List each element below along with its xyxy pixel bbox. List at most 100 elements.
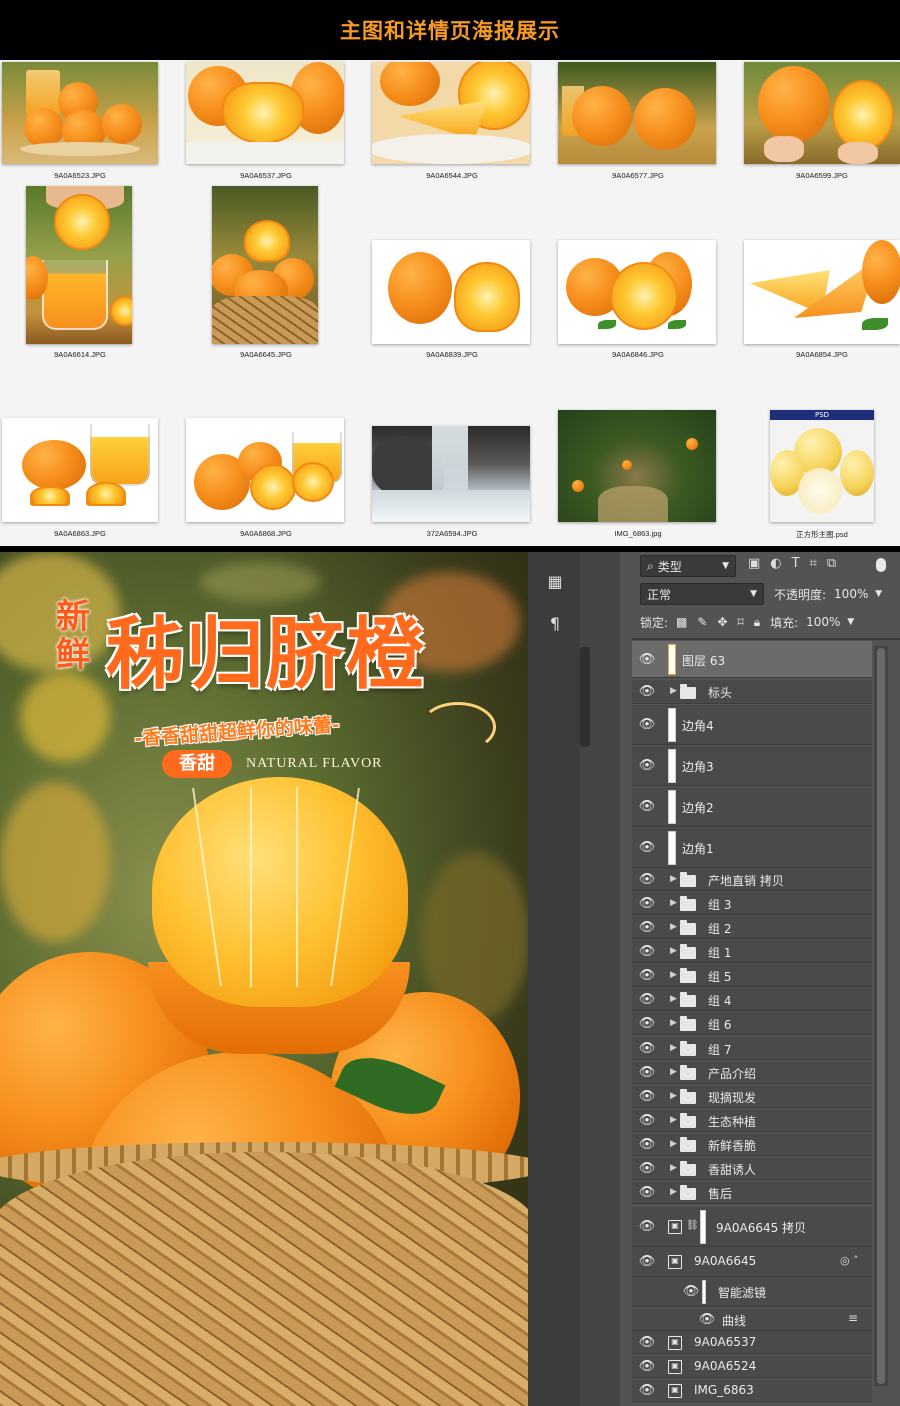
expand-arrow-icon[interactable]: ▶ <box>670 1187 677 1197</box>
file-thumbnail[interactable] <box>744 62 900 164</box>
layer-row[interactable]: 👁︎ ▣ ◎ ˄ 9A0A6645 <box>632 1247 872 1277</box>
layer-row[interactable]: 👁︎ ▣ IMG_6863 <box>632 1379 872 1402</box>
expand-arrow-icon[interactable]: ▶ <box>670 1067 677 1077</box>
properties-icon[interactable]: ▦ <box>542 572 568 596</box>
expand-arrow-icon[interactable]: ▶ <box>670 1043 677 1053</box>
character-icon[interactable]: ¶ <box>542 614 568 638</box>
expand-arrow-icon[interactable]: ▶ <box>670 1091 677 1101</box>
text-filter-icon[interactable]: T <box>792 556 800 571</box>
layer-row[interactable]: 👁︎ ▣ 9A0A6524 <box>632 1355 872 1378</box>
layer-row[interactable]: 👁︎ ▶ 产品介绍 <box>632 1061 872 1084</box>
visibility-eye-icon[interactable]: 👁︎ <box>638 652 656 667</box>
expand-arrow-icon[interactable]: ▶ <box>670 970 677 980</box>
expand-arrow-icon[interactable]: ▶ <box>670 1115 677 1125</box>
layer-row[interactable]: 👁︎ ▶ 产地直销 拷贝 <box>632 868 872 891</box>
lock-transparency-icon[interactable]: ▩ <box>676 615 687 629</box>
layer-row[interactable]: 👁︎ ▶ 香甜诱人 <box>632 1157 872 1180</box>
lock-image-icon[interactable]: ✎ <box>697 615 707 629</box>
visibility-eye-icon[interactable]: 👁︎ <box>638 872 656 887</box>
file-thumbnail[interactable] <box>186 418 344 522</box>
image-filter-icon[interactable]: ▣ <box>748 556 760 571</box>
expand-arrow-icon[interactable]: ▶ <box>670 1163 677 1173</box>
layer-row[interactable]: 👁︎ 边角4 <box>632 705 872 745</box>
layer-row[interactable]: 👁︎ ▶ 标头 <box>632 680 872 704</box>
layer-row[interactable]: 👁︎ 智能滤镜 <box>632 1277 872 1307</box>
visibility-eye-icon[interactable]: 👁︎ <box>638 1016 656 1031</box>
shape-filter-icon[interactable]: ⌗ <box>810 556 817 571</box>
visibility-eye-icon[interactable]: 👁︎ <box>638 1065 656 1080</box>
file-thumbnail[interactable] <box>558 62 716 164</box>
layer-row[interactable]: 👁︎ 图层 63 <box>632 641 872 678</box>
file-thumbnail[interactable] <box>2 62 158 164</box>
smart-object-filter-icon[interactable]: ⧉ <box>827 556 836 571</box>
file-thumbnail[interactable] <box>744 240 900 344</box>
visibility-eye-icon[interactable]: 👁︎ <box>638 992 656 1007</box>
layer-row[interactable]: 👁︎ ▶ 组 7 <box>632 1037 872 1060</box>
layer-row[interactable]: 👁︎ ▶ 组 6 <box>632 1012 872 1035</box>
layer-row[interactable]: 👁︎ ▶ 生态种植 <box>632 1109 872 1132</box>
file-thumbnail[interactable] <box>558 410 716 522</box>
blend-mode-select[interactable]: 正常 ▼ <box>640 583 764 605</box>
visibility-eye-icon[interactable]: 👁︎ <box>638 1185 656 1200</box>
visibility-eye-icon[interactable]: 👁︎ <box>638 717 656 732</box>
visibility-eye-icon[interactable]: 👁︎ <box>638 1219 656 1234</box>
visibility-eye-icon[interactable]: 👁︎ <box>638 1335 656 1350</box>
file-thumbnail[interactable] <box>558 240 716 344</box>
file-thumbnail[interactable] <box>372 240 530 344</box>
visibility-eye-icon[interactable]: 👁︎ <box>638 968 656 983</box>
layer-row[interactable]: 👁︎ ≡ 曲线 <box>632 1309 872 1331</box>
layer-row[interactable]: 👁︎ ▶ 组 2 <box>632 916 872 939</box>
expand-arrow-icon[interactable]: ▶ <box>670 946 677 956</box>
opacity-input[interactable]: 100% ▼ <box>828 583 888 605</box>
layer-row[interactable]: 👁︎ 边角2 <box>632 787 872 827</box>
visibility-eye-icon[interactable]: 👁︎ <box>638 1383 656 1398</box>
visibility-eye-icon[interactable]: 👁︎ <box>638 758 656 773</box>
layers-scrollbar-thumb[interactable] <box>877 648 885 1384</box>
visibility-eye-icon[interactable]: 👁︎ <box>638 1137 656 1152</box>
layer-row[interactable]: 👁︎ ▶ 组 1 <box>632 940 872 963</box>
layer-mask-thumbnail[interactable] <box>700 1210 706 1244</box>
adjustment-filter-icon[interactable]: ◐ <box>770 556 781 571</box>
layer-row[interactable]: 👁︎ 边角3 <box>632 746 872 786</box>
smart-filter-badge-icon[interactable]: ◎ ˄ <box>840 1254 859 1267</box>
expand-arrow-icon[interactable]: ▶ <box>670 1139 677 1149</box>
layer-row[interactable]: 👁︎ ▶ 组 3 <box>632 892 872 915</box>
dock-scrollbar[interactable] <box>580 647 590 747</box>
expand-arrow-icon[interactable]: ▶ <box>670 994 677 1004</box>
layer-row[interactable]: 👁︎ ▶ 新鲜香脆 <box>632 1133 872 1156</box>
fill-input[interactable]: 100% ▼ <box>800 611 860 633</box>
visibility-eye-icon[interactable]: 👁︎ <box>638 1041 656 1056</box>
layer-row[interactable]: 👁︎ ▶ 现摘现发 <box>632 1085 872 1108</box>
expand-arrow-icon[interactable]: ▶ <box>670 1018 677 1028</box>
layer-row[interactable]: 👁︎ ▶ 组 5 <box>632 964 872 987</box>
visibility-eye-icon[interactable]: 👁︎ <box>638 1254 656 1269</box>
visibility-eye-icon[interactable]: 👁︎ <box>638 1161 656 1176</box>
layer-row[interactable]: 👁︎ ▣ 9A0A6537 <box>632 1331 872 1354</box>
file-thumbnail[interactable]: PSD <box>770 410 874 522</box>
visibility-eye-icon[interactable]: 👁︎ <box>638 896 656 911</box>
layer-row[interactable]: 👁︎ ▶ 售后 <box>632 1181 872 1204</box>
layer-filter-select[interactable]: ⌕ 类型 ▼ <box>640 555 736 577</box>
file-thumbnail[interactable] <box>26 186 132 344</box>
expand-arrow-icon[interactable]: ▶ <box>670 922 677 932</box>
visibility-eye-icon[interactable]: 👁︎ <box>698 1312 716 1327</box>
layer-row[interactable]: 👁︎ 边角1 <box>632 828 872 868</box>
lock-artboard-icon[interactable]: ⌑ <box>738 615 744 629</box>
visibility-eye-icon[interactable]: 👁︎ <box>638 684 656 699</box>
file-thumbnail[interactable] <box>186 62 344 164</box>
expand-arrow-icon[interactable]: ▶ <box>670 898 677 908</box>
visibility-eye-icon[interactable]: 👁︎ <box>638 1359 656 1374</box>
file-thumbnail[interactable] <box>212 186 318 344</box>
layer-row[interactable]: 👁︎ ▶ 组 4 <box>632 988 872 1011</box>
visibility-eye-icon[interactable]: 👁︎ <box>638 799 656 814</box>
visibility-eye-icon[interactable]: 👁︎ <box>638 944 656 959</box>
layer-row[interactable]: 👁︎ ▣ ⛓ 9A0A6645 拷贝 <box>632 1207 872 1247</box>
file-thumbnail[interactable] <box>372 62 530 164</box>
filter-options-icon[interactable]: ≡ <box>848 1311 858 1325</box>
lock-position-icon[interactable]: ✥ <box>717 615 727 629</box>
filter-toggle-icon[interactable] <box>876 558 886 572</box>
file-thumbnail[interactable] <box>2 418 158 522</box>
expand-arrow-icon[interactable]: ▶ <box>670 686 677 696</box>
link-icon[interactable]: ⛓ <box>686 1220 699 1231</box>
expand-arrow-icon[interactable]: ▶ <box>670 874 677 884</box>
